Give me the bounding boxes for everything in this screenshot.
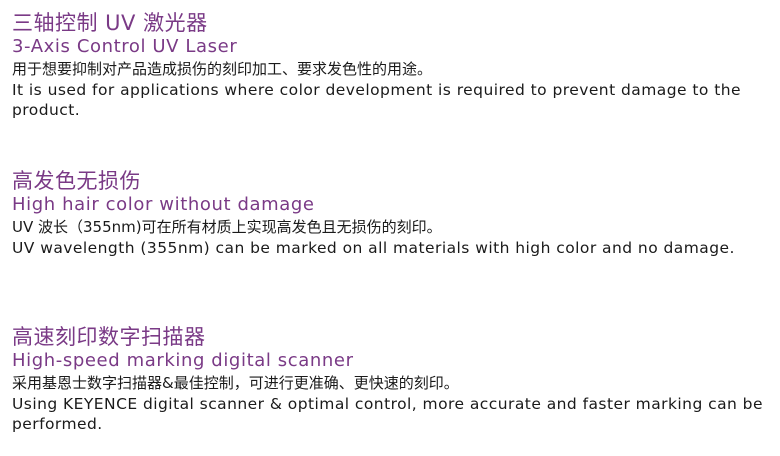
section-description-chinese: UV 波长（355nm)可在所有材质上实现高发色且无损伤的刻印。 [12, 218, 442, 236]
section-title-english: 3-Axis Control UV Laser [12, 36, 238, 57]
section-title-english: High hair color without damage [12, 194, 315, 215]
section-title-chinese: 三轴控制 UV 激光器 [12, 11, 208, 35]
section-description-english: UV wavelength (355nm) can be marked on a… [12, 239, 735, 257]
feature-section-digital-scanner: 高速刻印数字扫描器 High-speed marking digital sca… [12, 324, 774, 434]
section-title-chinese: 高速刻印数字扫描器 [12, 325, 206, 349]
section-description-chinese: 用于想要抑制对产品造成损伤的刻印加工、要求发色性的用途。 [12, 60, 433, 78]
feature-page: 三轴控制 UV 激光器 3-Axis Control UV Laser 用于想要… [0, 0, 780, 456]
section-title-english: High-speed marking digital scanner [12, 350, 354, 371]
section-description-english: Using KEYENCE digital scanner & optimal … [12, 395, 763, 433]
section-description-chinese: 采用基恩士数字扫描器&最佳控制，可进行更准确、更快速的刻印。 [12, 374, 459, 392]
section-description-english: It is used for applications where color … [12, 81, 742, 119]
feature-section-high-color: 高发色无损伤 High hair color without damage UV… [12, 168, 774, 258]
feature-section-uv-laser: 三轴控制 UV 激光器 3-Axis Control UV Laser 用于想要… [12, 10, 774, 120]
section-title-chinese: 高发色无损伤 [12, 169, 141, 193]
